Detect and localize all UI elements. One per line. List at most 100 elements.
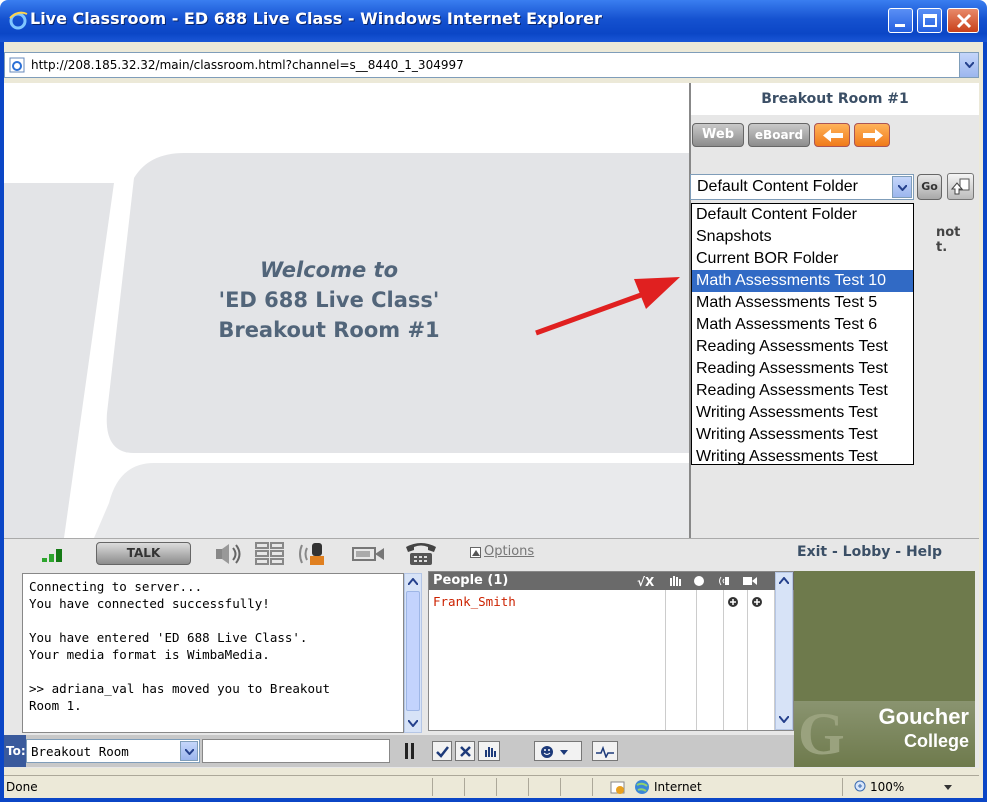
status-text: Done: [6, 780, 38, 794]
chevron-down-icon[interactable]: [944, 785, 952, 790]
chat-log: Connecting to server... You have connecte…: [22, 573, 404, 733]
folder-option[interactable]: Math Assessments Test 10: [692, 270, 913, 292]
people-panel: People (1) √X Frank_Smith: [428, 571, 795, 731]
address-bar[interactable]: http://208.185.32.32/main/classroom.html…: [4, 52, 979, 78]
people-count: People (1): [433, 573, 509, 588]
volume-level-icon[interactable]: [254, 541, 294, 567]
close-button[interactable]: [947, 8, 979, 33]
eboard-button[interactable]: eBoard: [748, 123, 810, 147]
title-bar: Live Classroom - ED 688 Live Class - Win…: [0, 0, 987, 42]
people-scrollbar[interactable]: [775, 572, 793, 730]
chat-scrollbar[interactable]: [404, 573, 422, 733]
scroll-down-icon[interactable]: [779, 716, 789, 723]
to-bar: To: Breakout Room: [4, 735, 426, 767]
folder-option[interactable]: Reading Assessments Test: [692, 358, 913, 380]
upload-folder-icon: [951, 178, 970, 195]
chat-input[interactable]: [202, 739, 390, 763]
forward-button[interactable]: [854, 123, 890, 147]
speaker-icon[interactable]: [214, 542, 244, 566]
folder-option[interactable]: Math Assessments Test 6: [692, 314, 913, 336]
folder-dropdown-list[interactable]: Default Content Folder Snapshots Current B…: [691, 203, 914, 465]
chevron-down-icon: [898, 185, 907, 191]
people-toolbar: [426, 735, 794, 767]
scroll-down-icon[interactable]: [408, 720, 418, 727]
folder-option[interactable]: Snapshots: [692, 226, 913, 248]
folder-option[interactable]: Default Content Folder: [692, 204, 913, 226]
url-text: http://208.185.32.32/main/classroom.html…: [31, 58, 464, 72]
folder-select-dropdown[interactable]: [892, 176, 912, 198]
logo-college: College: [903, 731, 969, 751]
exit-link[interactable]: Exit: [797, 544, 827, 560]
people-column-icons: √X: [637, 575, 757, 588]
cross-button[interactable]: [455, 741, 475, 761]
help-link[interactable]: Help: [906, 544, 942, 560]
recipient-value: Breakout Room: [31, 744, 129, 759]
separator: -: [827, 544, 843, 560]
folder-select-value: Default Content Folder: [697, 178, 858, 195]
folder-option[interactable]: Reading Assessments Test: [692, 336, 913, 358]
microphone-icon[interactable]: [296, 541, 332, 567]
checkmark-icon: [436, 746, 449, 758]
maximize-button[interactable]: [917, 8, 942, 33]
upload-button[interactable]: [947, 173, 974, 200]
chat-line: Connecting to server...: [29, 579, 203, 594]
video-panel: G Goucher College: [794, 571, 975, 767]
member-status-icons: [728, 597, 762, 607]
hand-icon: [485, 747, 496, 757]
raise-hand-button[interactable]: [478, 741, 500, 761]
welcome-line-3: Breakout Room #1: [218, 318, 440, 342]
welcome-line-2: 'ED 688 Live Class': [218, 288, 440, 312]
arrow-left-icon: [823, 129, 843, 142]
options-link[interactable]: Options: [484, 544, 534, 559]
recipient-select[interactable]: Breakout Room: [26, 739, 200, 763]
to-label: To:: [4, 735, 26, 767]
lobby-link[interactable]: Lobby: [843, 544, 891, 560]
page-icon: [9, 57, 25, 73]
minimize-button[interactable]: [888, 8, 913, 33]
chat-line: >> adriana_val has moved you to Breakout: [29, 681, 331, 696]
zoom-level[interactable]: 100%: [870, 780, 904, 794]
scroll-thumb[interactable]: [406, 591, 420, 711]
address-dropdown-button[interactable]: [959, 53, 978, 77]
options-toggle-icon[interactable]: [470, 547, 481, 558]
folder-option[interactable]: Reading Assessments Test: [692, 380, 913, 402]
chevron-down-icon: [185, 749, 194, 755]
emoticon-button[interactable]: [534, 741, 582, 761]
chat-line: Your media format is WimbaMedia.: [29, 647, 270, 662]
protected-mode-icon: [610, 781, 625, 794]
checkmark-button[interactable]: [432, 741, 452, 761]
video-camera-icon[interactable]: [352, 545, 386, 563]
smiley-icon: [541, 746, 568, 758]
folder-option[interactable]: Writing Assessments Test: [692, 424, 913, 446]
folder-option[interactable]: Math Assessments Test 5: [692, 292, 913, 314]
cross-icon: [460, 746, 471, 757]
folder-option[interactable]: Writing Assessments Test: [692, 402, 913, 424]
internet-zone-icon: [635, 780, 649, 794]
web-button[interactable]: Web: [692, 123, 744, 147]
chat-line: [29, 663, 397, 680]
phone-icon[interactable]: [404, 541, 438, 567]
member-name[interactable]: Frank_Smith: [433, 594, 516, 609]
go-button[interactable]: Go: [917, 174, 942, 200]
status-bar: Done Internet 100%: [4, 775, 979, 798]
control-bar: TALK Options Exit - Lobby - Help: [4, 538, 979, 568]
activity-button[interactable]: [592, 741, 618, 761]
chat-line: Room 1.: [29, 698, 82, 713]
partial-text-1: not: [936, 225, 961, 240]
red-arrow-annotation: [535, 277, 680, 336]
scroll-up-icon[interactable]: [408, 578, 418, 585]
folder-option[interactable]: Current BOR Folder: [692, 248, 913, 270]
folder-select[interactable]: Default Content Folder: [690, 174, 914, 200]
zoom-icon[interactable]: [854, 780, 868, 794]
room-title: Breakout Room #1: [691, 83, 979, 115]
svg-text:√X: √X: [637, 575, 655, 588]
folder-option[interactable]: Writing Assessments Test: [692, 446, 913, 464]
talk-button[interactable]: TALK: [96, 542, 191, 565]
arrow-right-icon: [863, 129, 883, 142]
back-button[interactable]: [814, 123, 850, 147]
signal-strength-icon: [42, 549, 62, 562]
scroll-up-icon[interactable]: [779, 577, 789, 584]
logo-goucher: Goucher: [878, 704, 969, 729]
window-title: Live Classroom - ED 688 Live Class - Win…: [30, 9, 602, 28]
pause-icon[interactable]: [404, 743, 416, 759]
